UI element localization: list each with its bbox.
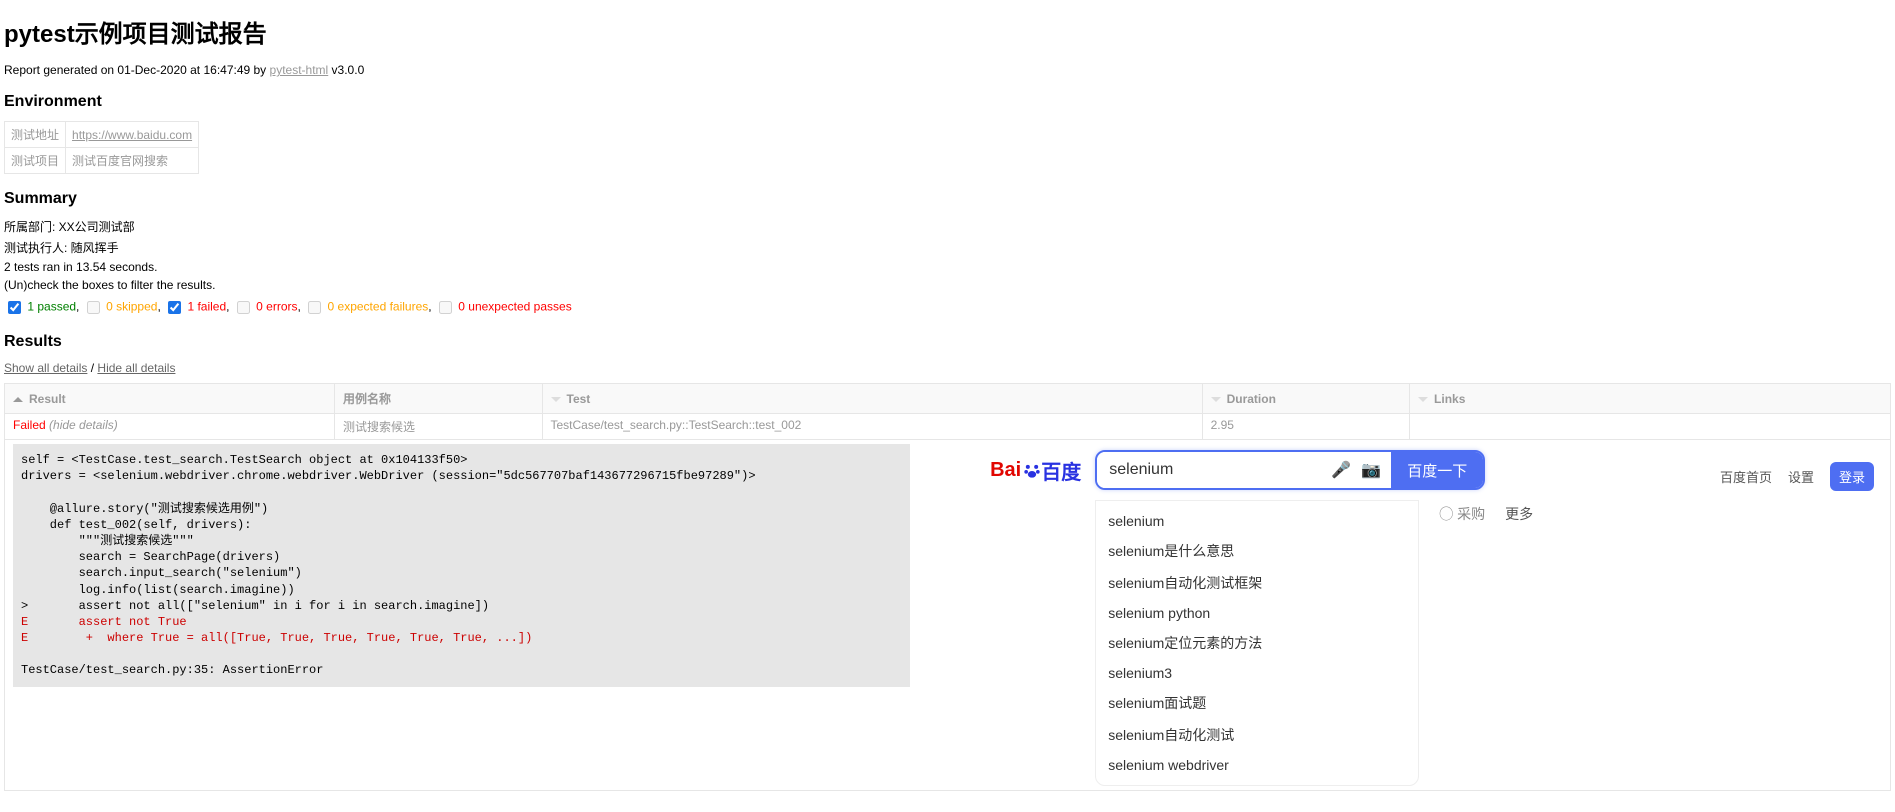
summary-executor: 测试执行人: 随风挥手 [4, 239, 1891, 256]
result-duration: 2.95 [1202, 414, 1409, 440]
suggestion-item[interactable]: selenium自动化测试 [1096, 719, 1418, 751]
filter-passed-checkbox[interactable] [8, 301, 21, 314]
filter-failed-label: 1 failed [187, 300, 226, 314]
search-box: 🎤 📷 百度一下 [1095, 450, 1485, 490]
col-case-header[interactable]: 用例名称 [335, 384, 542, 414]
filter-xfail-checkbox [308, 301, 321, 314]
suggestion-item[interactable]: selenium webdriver [1096, 751, 1418, 779]
detail-toggle-row: Show all details / Hide all details [4, 361, 1891, 375]
suggestion-item[interactable]: selenium python [1096, 599, 1418, 627]
filter-failed-checkbox[interactable] [168, 301, 181, 314]
pytest-html-link[interactable]: pytest-html [270, 63, 329, 77]
filter-xpass-label: 0 unexpected passes [458, 300, 571, 314]
page-title: pytest示例项目测试报告 [4, 14, 1891, 49]
env-value-link[interactable]: https://www.baidu.com [72, 128, 192, 142]
result-case-name: 测试搜索候选 [335, 414, 542, 440]
search-suggestions: selenium selenium是什么意思 selenium自动化测试框架 s… [1095, 500, 1419, 786]
baidu-top-links: 百度首页 设置 登录 [1720, 462, 1874, 491]
environment-heading: Environment [4, 93, 1891, 111]
filter-xpass-checkbox [439, 301, 452, 314]
hide-all-details-link[interactable]: Hide all details [97, 361, 175, 375]
paw-icon [1021, 460, 1043, 482]
col-result-header[interactable]: Result [5, 384, 335, 414]
summary-dept: 所属部门: XX公司测试部 [4, 218, 1891, 235]
suggestion-item[interactable]: selenium3 [1096, 659, 1418, 687]
sort-asc-icon [13, 397, 23, 402]
result-status: Failed [13, 418, 46, 432]
filter-row: 1 passed, 0 skipped, 1 failed, 0 errors,… [4, 298, 1891, 317]
suggestion-item[interactable]: selenium面试题 [1096, 687, 1418, 719]
filter-skipped-checkbox [87, 301, 100, 314]
result-test-id: TestCase/test_search.py::TestSearch::tes… [542, 414, 1202, 440]
hot-links: ◯ 采购 更多 [1439, 500, 1533, 786]
screenshot-extra: 百度首页 设置 登录 Bai百度 [910, 444, 1882, 786]
result-detail-row: self = <TestCase.test_search.TestSearch … [5, 440, 1891, 791]
env-key: 测试地址 [5, 122, 66, 148]
env-row: 测试地址 https://www.baidu.com [5, 122, 199, 148]
baidu-logo: Bai百度 [990, 456, 1081, 485]
suggestion-item[interactable]: selenium是什么意思 [1096, 535, 1418, 567]
env-value: 测试百度官网搜索 [66, 148, 199, 174]
generated-line: Report generated on 01-Dec-2020 at 16:47… [4, 63, 1891, 77]
baidu-login-button[interactable]: 登录 [1830, 462, 1874, 491]
suggestion-item[interactable]: selenium [1096, 507, 1418, 535]
result-links [1410, 414, 1891, 440]
hot-cart[interactable]: ◯ 采购 [1439, 504, 1485, 786]
results-heading: Results [4, 333, 1891, 351]
summary-heading: Summary [4, 190, 1891, 208]
sort-icon [551, 397, 561, 402]
suggestion-item[interactable]: selenium定位元素的方法 [1096, 627, 1418, 659]
env-row: 测试项目 测试百度官网搜索 [5, 148, 199, 174]
filter-errors-label: 0 errors [256, 300, 297, 314]
hide-details-link[interactable]: (hide details) [49, 418, 118, 432]
traceback-log: self = <TestCase.test_search.TestSearch … [13, 444, 910, 687]
summary-count: 2 tests ran in 13.54 seconds. [4, 260, 1891, 274]
env-key: 测试项目 [5, 148, 66, 174]
filter-errors-checkbox [237, 301, 250, 314]
search-input[interactable] [1097, 452, 1331, 488]
environment-table: 测试地址 https://www.baidu.com 测试项目 测试百度官网搜索 [4, 121, 199, 174]
result-row: Failed (hide details) 测试搜索候选 TestCase/te… [5, 414, 1891, 440]
baidu-home-link[interactable]: 百度首页 [1720, 467, 1772, 486]
col-test-header[interactable]: Test [542, 384, 1202, 414]
mic-icon[interactable]: 🎤 [1331, 460, 1351, 480]
sort-icon [1211, 397, 1221, 402]
filter-skipped-label: 0 skipped [106, 300, 157, 314]
generated-prefix: Report generated on 01-Dec-2020 at 16:47… [4, 63, 270, 77]
baidu-settings-link[interactable]: 设置 [1788, 467, 1814, 486]
summary-filter-hint: (Un)check the boxes to filter the result… [4, 278, 1891, 292]
results-table: Result 用例名称 Test Duration Links Failed (… [4, 383, 1891, 791]
show-all-details-link[interactable]: Show all details [4, 361, 87, 375]
filter-passed-label: 1 passed [27, 300, 76, 314]
generated-suffix: v3.0.0 [328, 63, 364, 77]
suggestion-item[interactable]: selenium自动化测试框架 [1096, 567, 1418, 599]
camera-icon[interactable]: 📷 [1361, 460, 1381, 480]
sort-icon [1418, 397, 1428, 402]
col-links-header[interactable]: Links [1410, 384, 1891, 414]
hot-more[interactable]: 更多 [1505, 504, 1533, 786]
filter-xfail-label: 0 expected failures [328, 300, 429, 314]
col-duration-header[interactable]: Duration [1202, 384, 1409, 414]
search-button[interactable]: 百度一下 [1391, 452, 1483, 488]
